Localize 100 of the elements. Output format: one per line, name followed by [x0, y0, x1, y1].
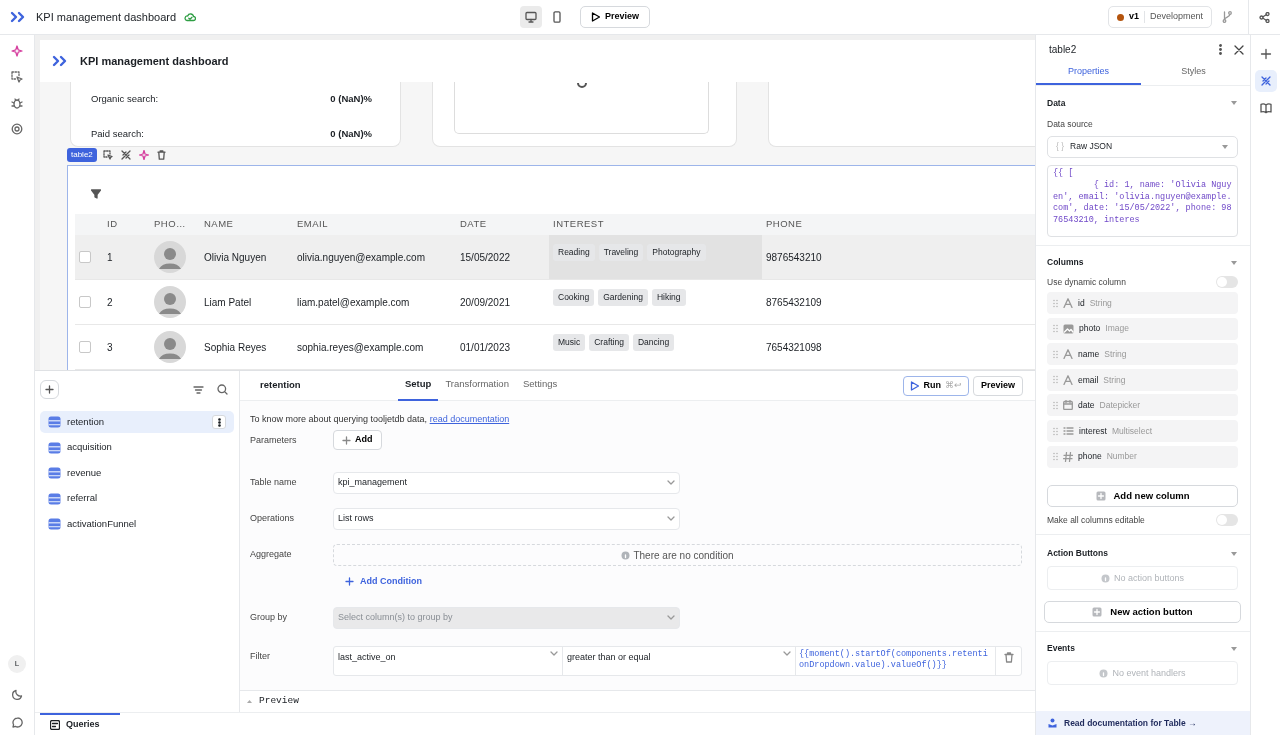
drag-handle-icon[interactable] — [1053, 375, 1058, 385]
bug-icon[interactable] — [11, 97, 23, 110]
editor-tab[interactable]: Settings — [515, 370, 565, 401]
chart-fragment — [576, 82, 587, 90]
column-item[interactable]: name String — [1047, 343, 1238, 366]
toggle-switch[interactable] — [1216, 514, 1238, 527]
preview-button[interactable]: Preview — [580, 6, 651, 28]
query-item[interactable]: acquisition — [40, 436, 234, 459]
tools-icon[interactable] — [120, 150, 131, 160]
desktop-view-button[interactable] — [520, 6, 542, 28]
moon-icon[interactable] — [11, 688, 23, 700]
table-cell-text: 20/09/2021 — [460, 295, 511, 310]
info-icon — [621, 550, 631, 560]
inspector-tab[interactable]: Styles — [1141, 61, 1246, 85]
data-source-select[interactable]: { } Raw JSON — [1047, 135, 1238, 158]
field-label: Group by — [250, 610, 289, 624]
info-icon — [1099, 668, 1109, 678]
editor-tab[interactable]: Transformation — [438, 370, 516, 401]
sparkle-icon[interactable] — [11, 45, 23, 58]
tools-icon[interactable] — [1259, 75, 1272, 87]
play-icon — [591, 12, 600, 22]
delete-icon[interactable] — [157, 150, 167, 160]
inspector-tab[interactable]: Properties — [1036, 61, 1141, 85]
column-item[interactable]: id String — [1047, 292, 1238, 315]
queries-tab[interactable]: Queries — [40, 713, 120, 735]
table-cell-text: sophia.reyes@example.com — [297, 340, 424, 355]
text-type-icon — [1063, 374, 1073, 385]
add-parameter-button[interactable]: Add — [333, 430, 382, 450]
json-code-field[interactable]: {{ [ { id: 1, name: 'Olivia Nguyen', email: 'olivia.nguyen@example.com', date: '15/05/2022', phone: 9876543210, interes — [1047, 164, 1238, 237]
operator-select[interactable]: greater than or equal — [563, 646, 796, 675]
drag-handle-icon[interactable] — [1053, 324, 1058, 334]
inspector-title: table2 — [1049, 42, 1077, 57]
row-checkbox[interactable] — [79, 296, 91, 308]
avatar — [154, 331, 186, 363]
column-item[interactable]: date Datepicker — [1047, 394, 1238, 417]
table-cell-text: olivia.nguyen@example.com — [297, 250, 425, 265]
delete-icon[interactable] — [1003, 651, 1014, 663]
table-cell-text: 01/01/2023 — [460, 340, 511, 355]
add-condition-link[interactable]: Add Condition — [345, 575, 1022, 589]
field-label: Data source — [1047, 118, 1094, 131]
select-field: Select column(s) to group by — [333, 606, 680, 629]
add-icon[interactable] — [1259, 48, 1272, 60]
new-query-button[interactable] — [40, 379, 59, 399]
chat-icon[interactable] — [11, 716, 23, 728]
new-action-button[interactable]: New action button — [1044, 601, 1241, 624]
drag-handle-icon[interactable] — [1053, 400, 1058, 410]
caret-down-icon — [667, 516, 675, 522]
more-options-button[interactable] — [212, 415, 226, 429]
select-field[interactable]: List rows — [333, 508, 680, 530]
kebab-icon[interactable] — [1219, 44, 1222, 56]
select-field[interactable]: kpi_management — [333, 472, 680, 494]
widget-label[interactable]: table2 — [67, 148, 97, 162]
preview-section[interactable]: Preview — [240, 690, 1035, 713]
list-icon — [1063, 426, 1074, 437]
settings-icon[interactable] — [11, 123, 23, 136]
row-checkbox[interactable] — [79, 251, 91, 263]
search-icon[interactable] — [217, 384, 228, 396]
drag-handle-icon[interactable] — [1053, 349, 1058, 359]
tools-button[interactable] — [1254, 70, 1277, 92]
query-item[interactable]: referral — [40, 487, 234, 510]
run-button[interactable]: Run ⌘↩ — [903, 375, 969, 396]
filter-icon[interactable] — [91, 189, 101, 200]
toggle-switch[interactable] — [1216, 276, 1238, 289]
version-selector[interactable]: v1 Development — [1107, 6, 1212, 28]
value-code-field[interactable]: {{moment().startOf(components.retentionDropdown.value).valueOf()}} — [796, 646, 996, 675]
column-item[interactable]: email String — [1047, 368, 1238, 391]
query-item[interactable]: activationFunnel — [40, 513, 234, 535]
select-icon[interactable] — [11, 71, 23, 84]
table-row[interactable]: 1 Olivia Nguyen olivia.nguyen@example.com 15/05/2022 Reading Traveling Photography 9876543210 — [75, 235, 1035, 280]
table-cell-text: Olivia Nguyen — [204, 250, 267, 265]
empty-state: No action buttons — [1047, 566, 1238, 591]
preview-button[interactable]: Preview — [972, 375, 1023, 396]
column-select[interactable]: last_active_on — [334, 646, 563, 675]
select-icon[interactable] — [102, 150, 113, 160]
branch-icon[interactable] — [1222, 11, 1232, 23]
drag-handle-icon[interactable] — [1053, 426, 1058, 436]
documentation-link[interactable]: read documentation — [429, 414, 510, 424]
table-cell-text: 1 — [107, 250, 113, 265]
sparkle-icon[interactable] — [138, 150, 149, 160]
close-icon[interactable] — [1234, 44, 1244, 55]
documentation-link[interactable]: Read documentation for Table → — [1036, 711, 1250, 735]
drag-handle-icon[interactable] — [1053, 452, 1058, 462]
database-icon — [48, 441, 61, 454]
sort-icon[interactable] — [193, 384, 204, 395]
plus-icon — [342, 435, 351, 445]
empty-conditions: There are no condition — [333, 544, 1022, 566]
query-item[interactable]: retention — [40, 411, 234, 433]
query-item[interactable]: revenue — [40, 462, 234, 484]
book-icon[interactable] — [1259, 102, 1272, 114]
drag-handle-icon[interactable] — [1053, 298, 1058, 308]
column-item[interactable]: phone Number — [1047, 445, 1238, 468]
caret-down-icon — [783, 650, 791, 657]
add-column-button[interactable]: Add new column — [1047, 484, 1238, 507]
table-cell-text: 3 — [107, 340, 113, 355]
kebab-icon — [217, 417, 221, 427]
user-avatar[interactable]: L — [8, 655, 26, 673]
row-checkbox[interactable] — [79, 341, 91, 353]
share-icon[interactable] — [1259, 11, 1270, 23]
column-item[interactable]: interest Multiselect — [1047, 420, 1238, 443]
column-item[interactable]: photo Image — [1047, 317, 1238, 340]
